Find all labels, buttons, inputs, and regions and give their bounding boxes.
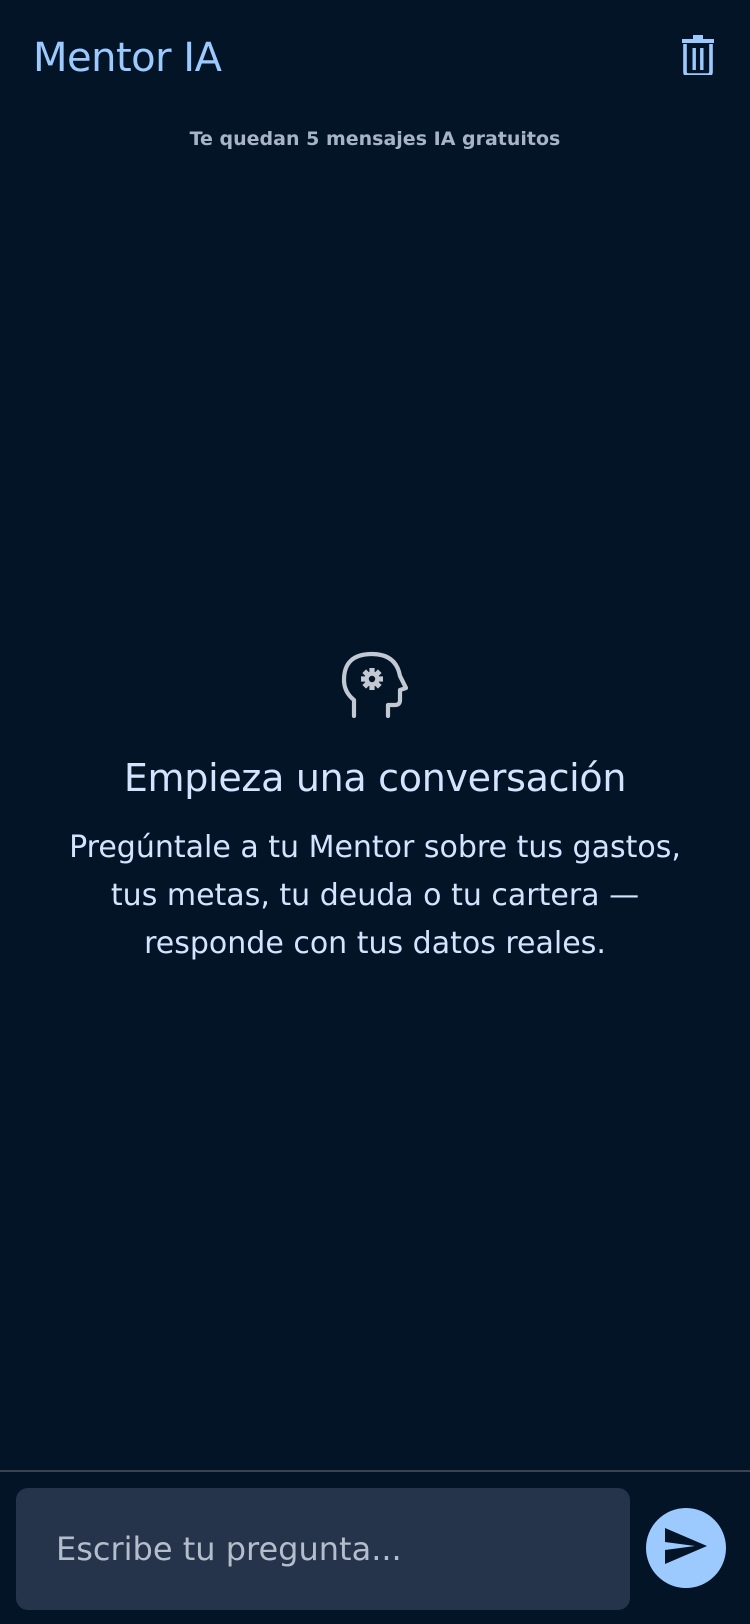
free-messages-counter: Te quedan 5 mensajes IA gratuitos <box>189 128 561 150</box>
empty-state-title: Empieza una conversación <box>123 756 627 800</box>
empty-state-description: Pregúntale a tu Mentor sobre tus gastos,… <box>69 830 681 961</box>
trash-icon <box>681 34 715 80</box>
question-input-container <box>16 1488 630 1610</box>
message-composer <box>0 1470 750 1624</box>
clear-chat-button[interactable] <box>676 34 720 80</box>
head-gear-icon <box>340 648 410 719</box>
page-title: Mentor IA <box>33 35 222 81</box>
question-input[interactable] <box>16 1488 630 1610</box>
send-icon <box>664 1527 708 1570</box>
empty-state: Empieza una conversación Pregúntale a tu… <box>50 648 700 968</box>
send-button[interactable] <box>646 1508 726 1588</box>
app-header: Mentor IA <box>0 0 750 118</box>
